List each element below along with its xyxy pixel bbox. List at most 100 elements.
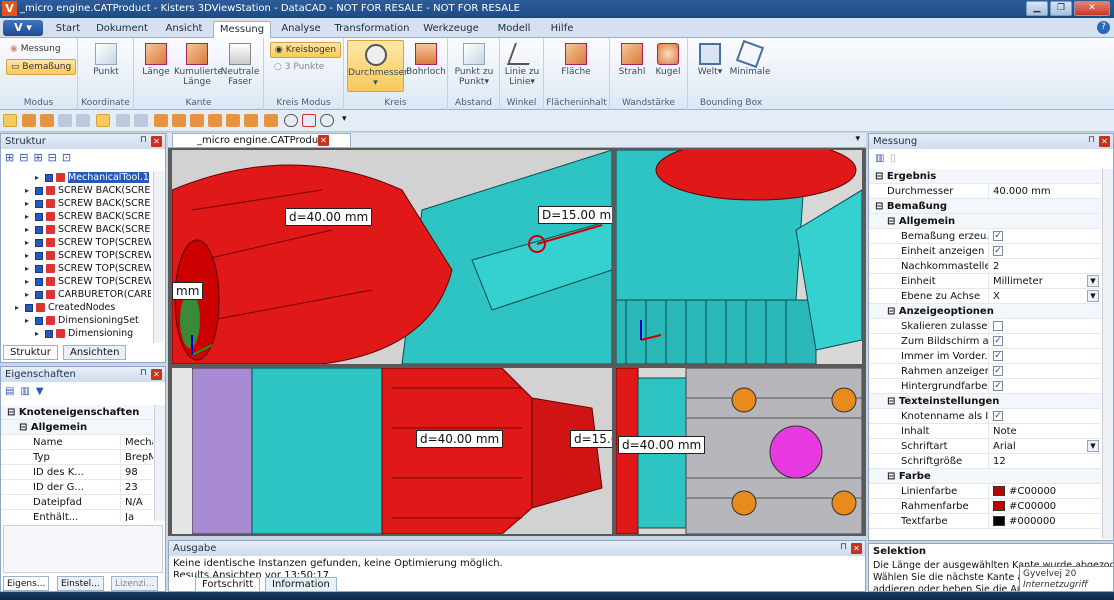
tree-expand-icon[interactable]: ▸ <box>25 314 33 327</box>
tree-node[interactable]: ▸ SCREW TOP(SCREW <box>5 262 151 275</box>
zoom-box-icon[interactable] <box>58 114 72 127</box>
durchmesser-button[interactable]: Durchmesser ▾ <box>347 40 408 92</box>
tree-expand-icon[interactable]: ▸ <box>25 184 33 197</box>
category-row[interactable]: ⊟ Texteinstellungen <box>869 394 1101 409</box>
checkbox[interactable]: ✓ <box>993 381 1003 391</box>
property-row[interactable]: Enthält... Ja <box>1 510 153 521</box>
drei-punkte-button[interactable]: ○ 3 Punkte <box>270 60 328 74</box>
laenge-button[interactable]: Länge <box>138 40 174 77</box>
iso-view-icon[interactable] <box>264 114 278 127</box>
tree-node[interactable]: ▸ CARBURETOR(CARB <box>5 288 151 301</box>
minimale-button[interactable]: Minimale <box>728 39 772 77</box>
dimension-label[interactable]: d=40.00 mm <box>416 430 504 448</box>
property-row[interactable]: Durchmesser 40.000 mm <box>869 184 1101 199</box>
category-row[interactable]: ⊟ Bemaßung <box>869 199 1101 214</box>
close-icon[interactable]: ✕ <box>151 369 162 380</box>
checkbox[interactable]: ✓ <box>993 336 1003 346</box>
tree-expand-icon[interactable]: ▸ <box>25 236 33 249</box>
category-row[interactable]: ⊟ Farbe <box>869 469 1101 484</box>
neutrale-faser-button[interactable]: Neutrale Faser <box>220 40 260 87</box>
visibility-checkbox[interactable] <box>35 290 43 299</box>
tab-ansicht[interactable]: Ansicht <box>158 21 210 38</box>
checkbox[interactable]: ✓ <box>993 246 1003 256</box>
application-menu-button[interactable]: V ▾ <box>3 20 43 36</box>
tree-expand-icon[interactable]: ▸ <box>15 301 23 314</box>
property-row[interactable]: Ebene zu Achse X ▼ <box>869 289 1101 304</box>
tab-start[interactable]: Start <box>48 21 88 38</box>
category-row[interactable]: ⊟ Anzeigeoptionen <box>869 304 1101 319</box>
checkbox[interactable]: ✓ <box>993 411 1003 421</box>
pin-icon[interactable]: ⊓ <box>1088 135 1095 145</box>
close-icon[interactable]: ✕ <box>1099 136 1110 147</box>
property-row[interactable]: Inhalt Note <box>869 424 1101 439</box>
tab-struktur[interactable]: Struktur <box>3 345 58 360</box>
property-row[interactable]: Immer im Vorder... ✓ <box>869 349 1101 364</box>
dimension-label[interactable]: d=40.00 mm <box>618 436 706 454</box>
dropdown-icon[interactable]: ▼ <box>1087 440 1099 452</box>
tree-expand-icon[interactable]: ▸ <box>25 275 33 288</box>
color-swatch[interactable] <box>993 486 1005 496</box>
dimension-label[interactable]: D=15.00 mm <box>538 206 612 224</box>
split-icon[interactable]: ⊡ <box>62 151 76 164</box>
punkt-zu-punkt-button[interactable]: Punkt zu Punkt▾ <box>452 40 496 87</box>
pin-icon[interactable]: ⊓ <box>140 368 147 378</box>
tree-expand-icon[interactable]: ▸ <box>35 327 43 340</box>
pin-icon[interactable]: ⊓ <box>840 542 847 552</box>
back-view-icon[interactable] <box>172 114 186 127</box>
property-row[interactable]: Nachkommastellen 2 <box>869 259 1101 274</box>
visibility-checkbox[interactable] <box>35 238 43 247</box>
rectangle-icon[interactable] <box>302 114 316 127</box>
property-row[interactable]: Schriftart Arial ▼ <box>869 439 1101 454</box>
app-icon[interactable]: V <box>2 1 17 16</box>
punkt-button[interactable]: Punkt <box>86 40 126 77</box>
measure-scrollbar[interactable] <box>1102 169 1113 539</box>
help-icon[interactable]: ? <box>1097 21 1110 34</box>
maximize-button[interactable]: ❐ <box>1050 1 1072 16</box>
tab-transformation[interactable]: Transformation <box>332 21 412 38</box>
dropdown-icon[interactable]: ▼ <box>1087 275 1099 287</box>
tab-fortschritt[interactable]: Fortschritt <box>195 577 261 592</box>
expand-all-icon[interactable]: ⊞ <box>33 151 47 164</box>
fit-icon[interactable] <box>96 114 110 127</box>
expand-icon[interactable]: ⊞ <box>5 151 19 164</box>
visibility-checkbox[interactable] <box>35 316 43 325</box>
pin-icon[interactable]: ⊓ <box>140 135 147 145</box>
properties-scrollbar[interactable] <box>154 405 165 521</box>
kreisbogen-button[interactable]: ◉ Kreisbogen <box>270 42 342 58</box>
property-row[interactable]: TypBrepModel <box>1 450 153 465</box>
tab-dokument[interactable]: Dokument <box>92 21 152 38</box>
visibility-checkbox[interactable] <box>35 264 43 273</box>
visibility-checkbox[interactable] <box>45 329 53 338</box>
pan-icon[interactable] <box>40 114 54 127</box>
kugel-button[interactable]: Kugel <box>650 40 686 77</box>
refresh-icon[interactable] <box>284 114 298 127</box>
toolbar-overflow-icon[interactable]: ▾ <box>342 114 347 124</box>
dimension-label[interactable]: d=15.6 <box>570 430 612 448</box>
color-swatch[interactable] <box>993 516 1005 526</box>
tree-node[interactable]: ▸ SCREW BACK(SCREW <box>5 210 151 223</box>
tree-node[interactable]: ▸ SCREW BACK(SCREW <box>5 184 151 197</box>
document-list-icon[interactable]: ▾ <box>855 134 860 144</box>
front-view-icon[interactable] <box>154 114 168 127</box>
collapse-icon[interactable]: ⊟ <box>19 151 33 164</box>
tab-einstellungen[interactable]: Einstel... <box>57 576 104 591</box>
close-document-icon[interactable]: ✕ <box>318 135 329 146</box>
property-row[interactable]: Zum Bildschirm a... ✓ <box>869 334 1101 349</box>
property-row[interactable]: Knotenname als I... ✓ <box>869 409 1101 424</box>
welt-button[interactable]: Welt▾ <box>692 40 728 77</box>
visibility-checkbox[interactable] <box>35 277 43 286</box>
tree-node[interactable]: ▸ CreatedNodes <box>5 301 151 314</box>
tree-expand-icon[interactable]: ▸ <box>35 171 43 184</box>
structure-tree[interactable]: ▸ MechanicalTool.1 ▸ SCREW BACK(SCREW ▸ SCREW… <box>5 171 151 343</box>
linie-zu-linie-button[interactable]: Linie zu Linie▾ <box>502 40 542 87</box>
tree-expand-icon[interactable]: ▸ <box>25 210 33 223</box>
property-row[interactable]: Einheit Millimeter ▼ <box>869 274 1101 289</box>
dropdown-icon[interactable]: ▼ <box>1087 290 1099 302</box>
checkbox[interactable]: ✓ <box>993 351 1003 361</box>
view-icon[interactable] <box>116 114 130 127</box>
color-swatch[interactable] <box>993 501 1005 511</box>
tree-node[interactable]: ▸ SCREW BACK(SCREW <box>5 197 151 210</box>
close-icon[interactable]: ✕ <box>151 136 162 147</box>
tree-scrollbar[interactable] <box>153 171 164 343</box>
messung-mode-button[interactable]: ◉ Messung <box>6 42 65 56</box>
